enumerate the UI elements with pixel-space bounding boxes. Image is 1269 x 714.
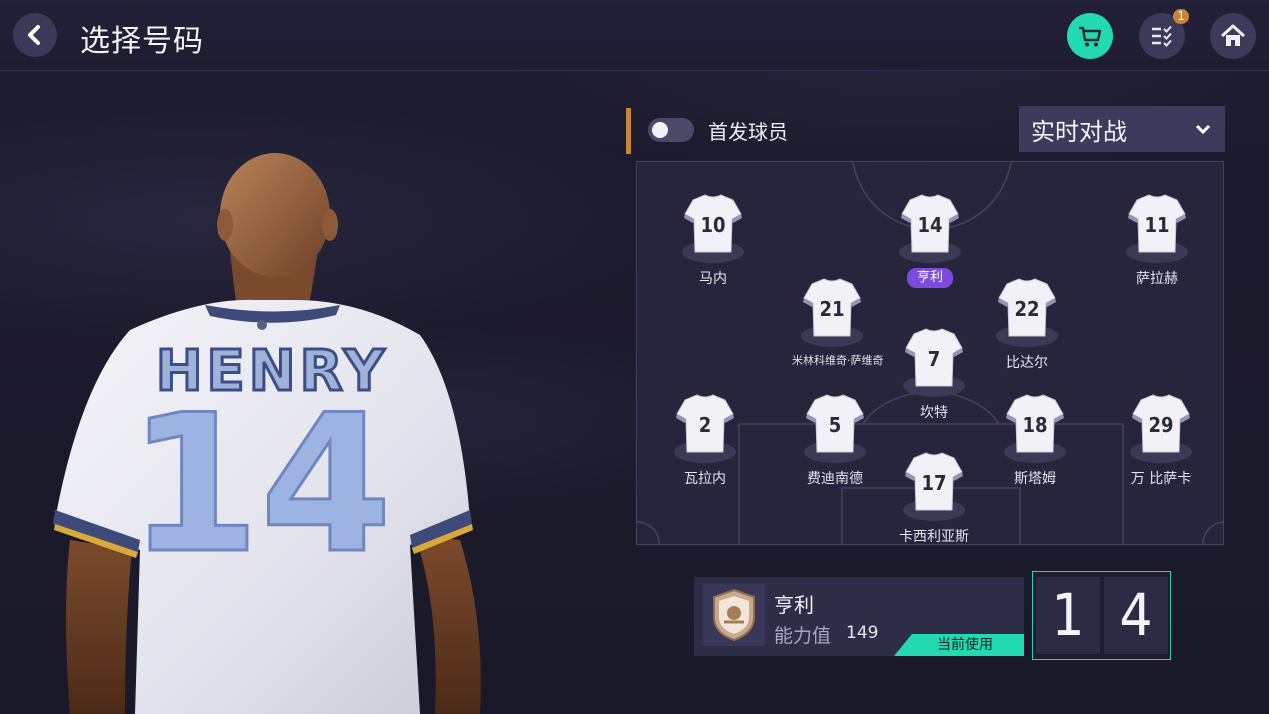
jersey-number: 2 <box>699 413 712 437</box>
player-name: 马内 <box>699 271 727 287</box>
icon-badge-icon <box>713 588 755 642</box>
jersey-number: 18 <box>1022 413 1047 437</box>
player-name: 瓦拉内 <box>684 471 726 487</box>
back-button[interactable] <box>13 13 57 57</box>
jersey-number: 29 <box>1148 413 1173 437</box>
player-slot[interactable]: 22 比达尔 <box>987 276 1067 372</box>
player-card-icon <box>703 584 765 646</box>
player-name: 万 比萨卡 <box>1130 471 1192 487</box>
starters-toggle-label: 首发球员 <box>708 120 788 144</box>
player-name: 亨利 <box>774 593 814 617</box>
player-name: 斯塔姆 <box>1014 471 1056 487</box>
starters-toggle[interactable] <box>648 118 694 142</box>
jersey-icon: 18 <box>1004 394 1066 463</box>
chevron-left-icon <box>28 25 40 45</box>
checklist-icon <box>1152 25 1172 47</box>
panel-header: 首发球员 实时对战 <box>626 106 1234 154</box>
power-label: 能力值 <box>774 625 832 647</box>
jersey-icon: 10 <box>682 194 744 263</box>
home-button[interactable] <box>1210 13 1256 59</box>
selected-player-card: 亨利 能力值 149 当前使用 <box>694 577 1024 656</box>
player-name-selected: 亨利 <box>906 268 953 288</box>
player-slot[interactable]: 18 斯塔姆 <box>995 392 1075 488</box>
jersey-icon: 21 <box>801 278 863 347</box>
jersey-icon: 22 <box>996 278 1058 347</box>
player-slot[interactable]: 11 萨拉赫 <box>1117 192 1197 288</box>
jersey-number: 7 <box>928 347 941 371</box>
player-slot[interactable]: 5 费迪南德 <box>795 392 875 488</box>
player-name: 卡西利亚斯 <box>899 529 969 545</box>
shop-button[interactable] <box>1067 13 1113 59</box>
formation-pitch: 10 马内 14 亨利 11 萨拉赫 21 米林科维奇·萨维奇 22 比达尔 7 坎特 2 瓦拉内 5 费迪南… <box>636 161 1224 545</box>
jersey-icon: 29 <box>1130 394 1192 463</box>
jersey-number: 21 <box>819 297 844 321</box>
mode-select[interactable]: 实时对战 <box>1019 106 1225 152</box>
player-slot[interactable]: 14 亨利 <box>890 192 970 288</box>
top-bar: 选择号码 1 <box>0 0 1269 71</box>
player-name: 坎特 <box>920 405 948 421</box>
jersey-number: 14 <box>917 213 942 237</box>
player-name: 比达尔 <box>1006 355 1048 371</box>
player-slot[interactable]: 2 瓦拉内 <box>665 392 745 488</box>
header-accent-bar <box>626 108 631 154</box>
page-title: 选择号码 <box>80 24 204 59</box>
jersey-icon: 2 <box>674 394 736 463</box>
number-digit-tens[interactable]: 1 <box>1036 577 1100 654</box>
jersey-number: 5 <box>829 413 842 437</box>
tasks-button[interactable]: 1 <box>1139 9 1189 59</box>
number-digit-ones[interactable]: 4 <box>1104 577 1168 654</box>
player-slot[interactable]: 10 马内 <box>673 192 753 288</box>
jersey-icon: 7 <box>903 328 965 397</box>
player-figure: HENRY 14 <box>53 153 481 714</box>
jersey-icon: 14 <box>899 194 961 263</box>
jersey-number-display[interactable]: 1 4 <box>1032 571 1171 660</box>
player-slot[interactable]: 17 卡西利亚斯 <box>894 450 974 545</box>
jersey-icon: 17 <box>903 452 965 521</box>
player-slot[interactable]: 29 万 比萨卡 <box>1121 392 1201 488</box>
player-slot[interactable]: 21 米林科维奇·萨维奇 <box>792 276 884 368</box>
cart-icon <box>1079 26 1102 47</box>
toggle-knob <box>652 122 668 138</box>
player-name: 萨拉赫 <box>1136 271 1178 287</box>
jersey-icon: 5 <box>804 394 866 463</box>
player-name: 费迪南德 <box>807 471 863 487</box>
player-slot[interactable]: 7 坎特 <box>894 326 974 422</box>
home-icon <box>1220 24 1246 46</box>
tasks-badge: 1 <box>1173 9 1189 24</box>
jersey-number: 11 <box>1144 213 1169 237</box>
shirt-number: 14 <box>128 374 392 595</box>
jersey-number: 22 <box>1014 297 1039 321</box>
player-name: 米林科维奇·萨维奇 <box>792 354 884 367</box>
jersey-number: 17 <box>921 471 946 495</box>
in-use-tag: 当前使用 <box>894 634 1024 656</box>
mode-select-value: 实时对战 <box>1031 117 1127 146</box>
chevron-down-icon <box>1195 124 1211 135</box>
jersey-number: 10 <box>700 213 725 237</box>
jersey-icon: 11 <box>1126 194 1188 263</box>
power-value: 149 <box>846 623 879 643</box>
